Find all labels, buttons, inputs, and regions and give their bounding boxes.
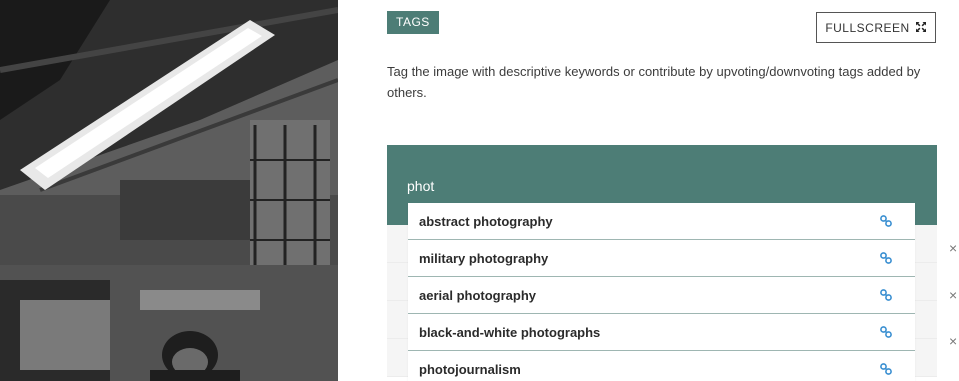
remove-tag-icon[interactable]: × [949, 287, 957, 303]
suggestion-item[interactable]: military photography [408, 240, 915, 277]
link-icon [880, 326, 892, 338]
suggestion-item[interactable]: abstract photography [408, 203, 915, 240]
tag-search-input[interactable] [407, 175, 707, 197]
link-icon [880, 252, 892, 264]
link-icon [880, 363, 892, 375]
fullscreen-label: FULLSCREEN [825, 20, 910, 35]
suggestion-item[interactable]: black-and-white photographs [408, 314, 915, 351]
suggestion-label: abstract photography [419, 213, 553, 229]
artwork-photo[interactable] [0, 0, 338, 381]
suggestion-label: photojournalism [419, 361, 521, 377]
link-icon [880, 289, 892, 301]
photo-image [0, 0, 338, 381]
remove-tag-icon[interactable]: × [949, 240, 957, 256]
suggestion-label: aerial photography [419, 287, 537, 303]
suggestion-item[interactable]: photojournalism [408, 351, 915, 381]
remove-tag-icon[interactable]: × [949, 333, 957, 349]
tags-heading: TAGS [387, 11, 439, 34]
suggestion-label: black-and-white photographs [419, 324, 601, 340]
tag-suggestions-dropdown: abstract photography military photograph… [408, 203, 915, 381]
link-icon [880, 215, 892, 227]
suggestion-label: military photography [419, 250, 549, 266]
fullscreen-button[interactable]: FULLSCREEN [816, 12, 936, 43]
expand-arrows-icon [915, 21, 927, 35]
suggestion-item[interactable]: aerial photography [408, 277, 915, 314]
tags-description: Tag the image with descriptive keywords … [387, 64, 921, 100]
